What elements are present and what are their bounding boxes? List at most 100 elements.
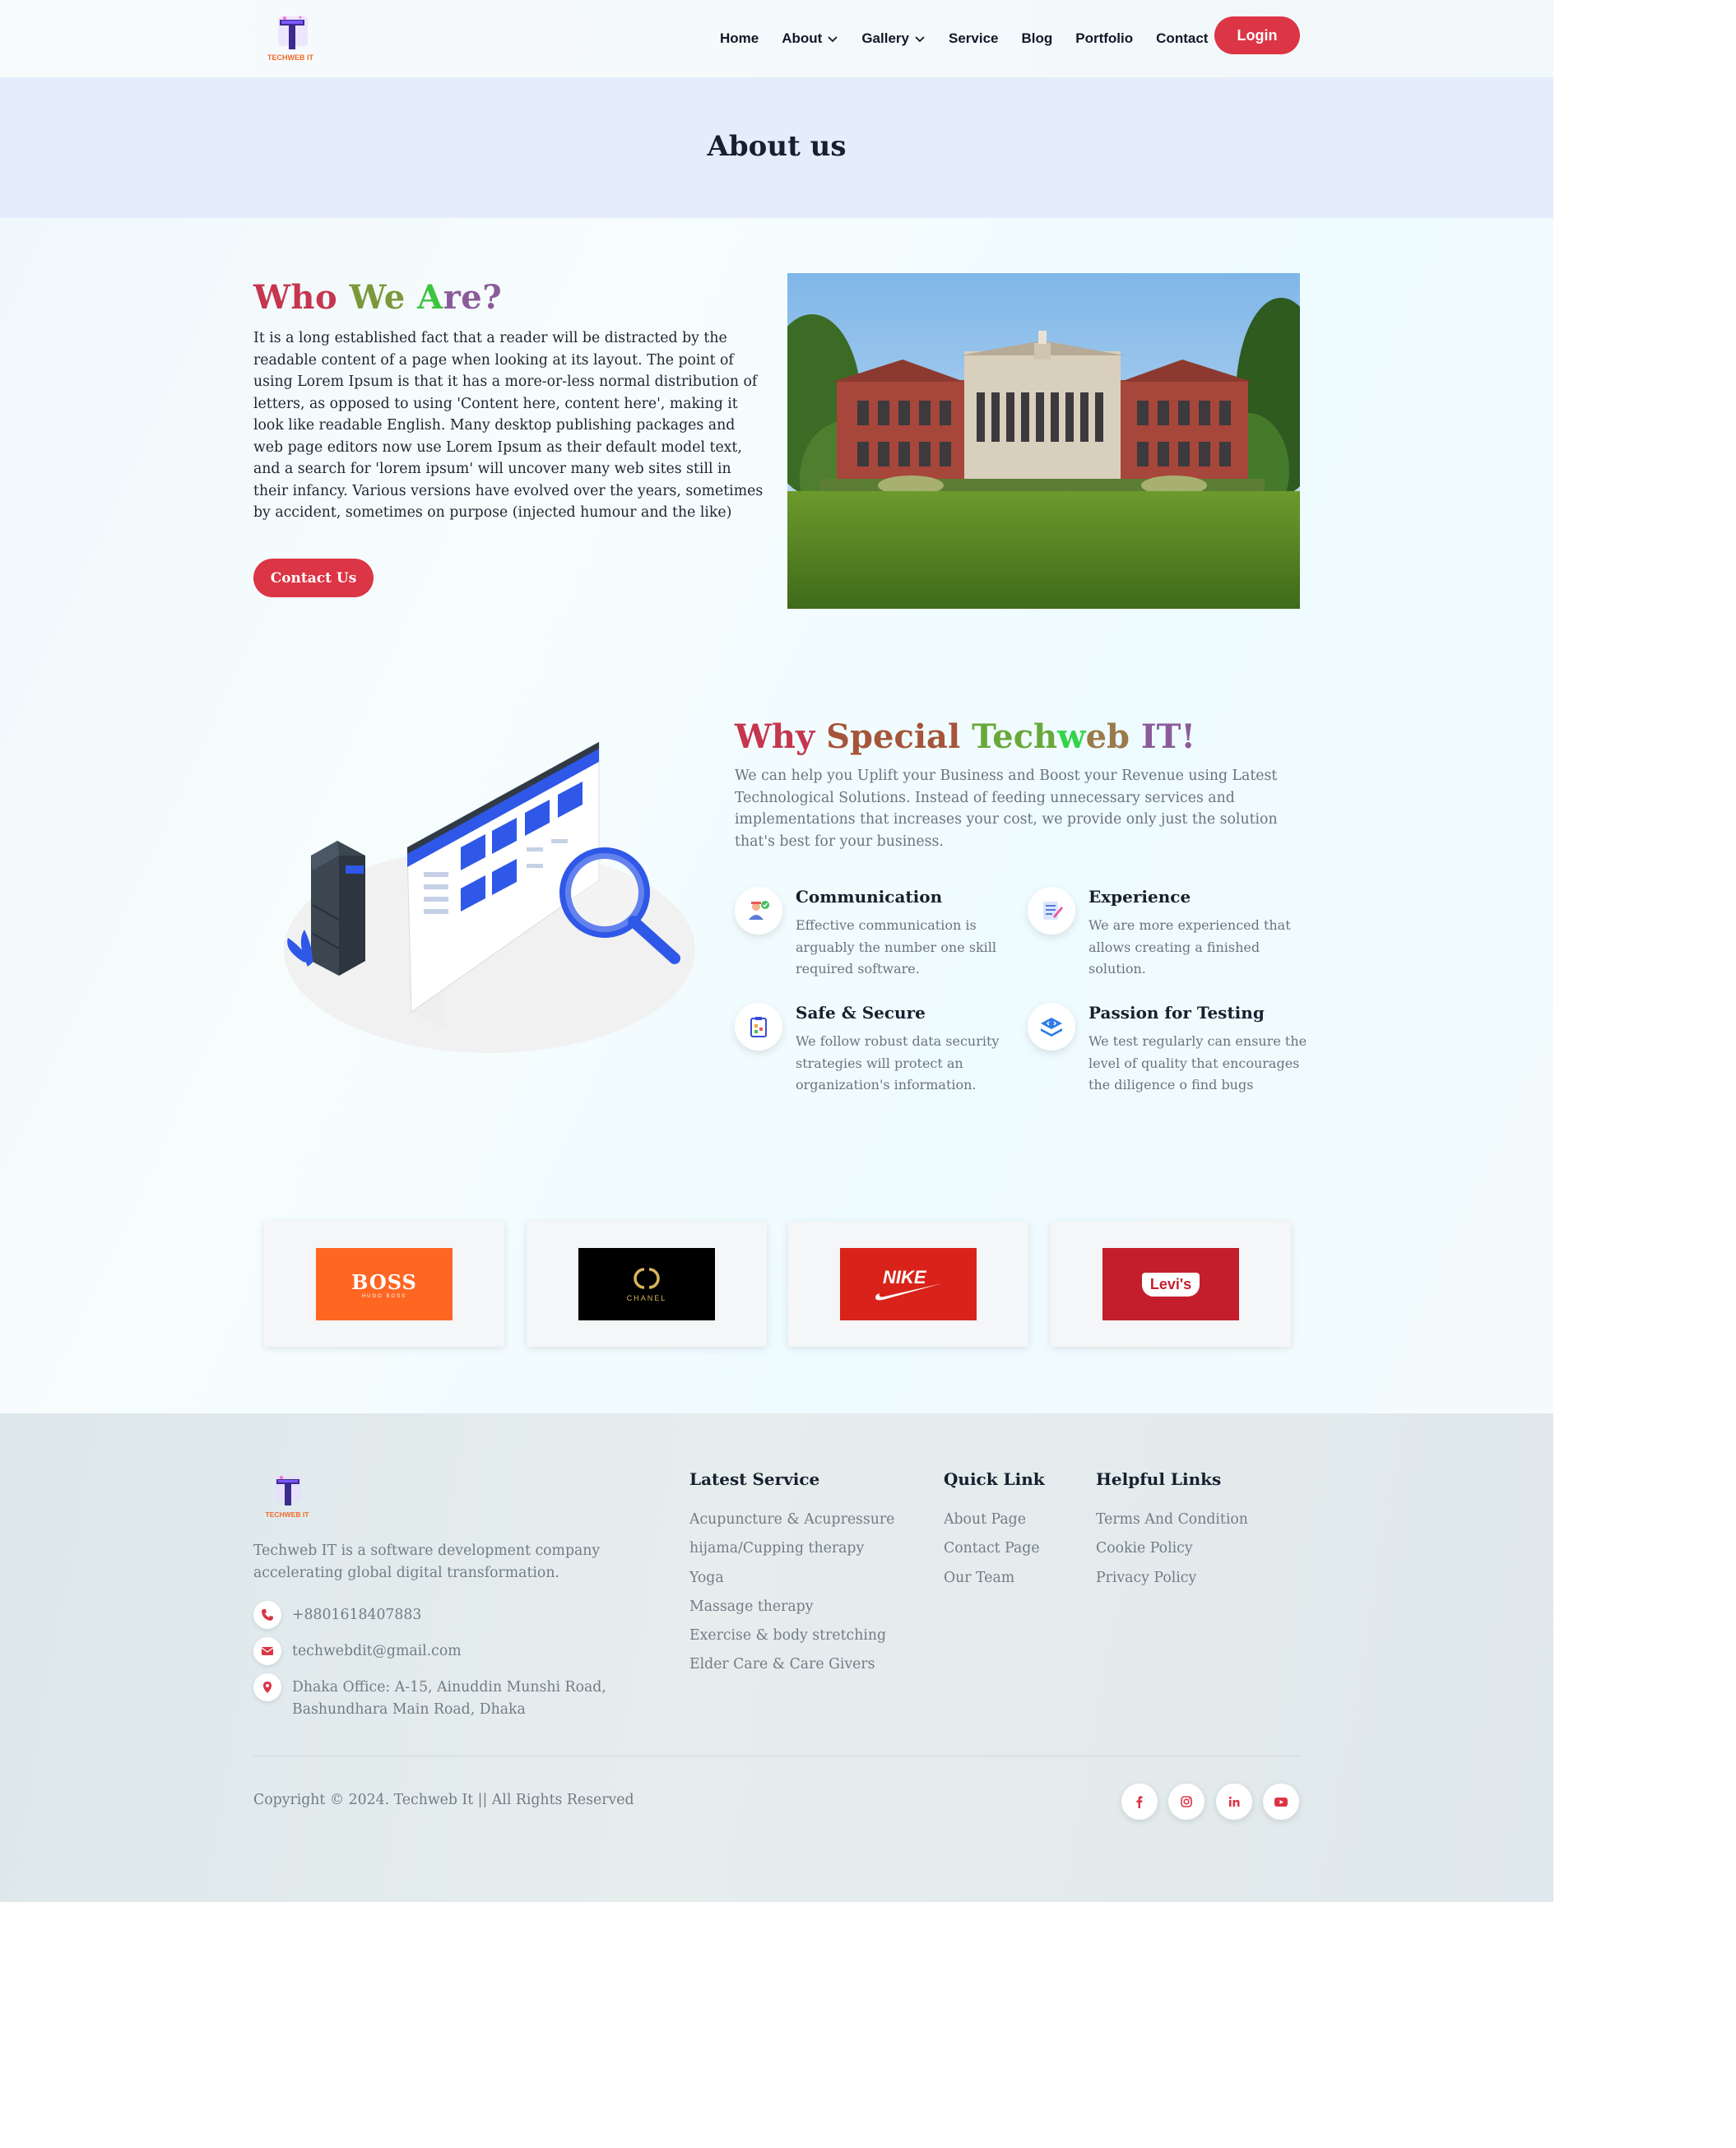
login-button[interactable]: Login [1214, 16, 1300, 54]
why-title-part: eb [1085, 717, 1141, 756]
brand-name: Levi's [1149, 1275, 1192, 1292]
techweb-logo[interactable]: TECHWEB IT [262, 13, 319, 64]
brand-name: CHANEL [626, 1294, 667, 1302]
boss-logo: BOSS HUGO BOSS [316, 1248, 453, 1320]
nav-home-label: Home [720, 30, 759, 46]
nav-service-label: Service [948, 30, 999, 46]
feature-title: Safe & Secure [796, 1003, 926, 1023]
experience-icon [1028, 887, 1075, 935]
site-header: TECHWEB IT Home About Gallery Service Bl… [0, 0, 1553, 77]
nav-blog-label: Blog [1021, 30, 1053, 46]
email-address: techwebdit@gmail.com [292, 1643, 462, 1659]
footer-link[interactable]: About Page [944, 1505, 1045, 1534]
footer-link[interactable]: Our Team [944, 1564, 1045, 1593]
nav-contact[interactable]: Contact [1156, 30, 1208, 47]
brand-card-nike[interactable]: NIKE [788, 1222, 1028, 1347]
clipboard-secure-icon [735, 1003, 782, 1051]
footer-link[interactable]: Privacy Policy [1096, 1564, 1248, 1593]
footer-link[interactable]: hijama/Cupping therapy [689, 1534, 894, 1563]
page: TECHWEB IT Home About Gallery Service Bl… [0, 0, 1553, 1902]
feature-title: Passion for Testing [1088, 1003, 1265, 1023]
why-title-part: Tech [972, 717, 1058, 756]
search-dashboard-illustration [280, 716, 708, 1061]
who-we-are-text: It is a long established fact that a rea… [253, 330, 764, 521]
footer-link[interactable]: Massage therapy [689, 1593, 894, 1621]
footer-link[interactable]: Terms And Condition [1096, 1505, 1248, 1534]
why-title-part: Special [826, 717, 972, 756]
nav-gallery[interactable]: Gallery [861, 30, 926, 47]
page-title: About us [707, 130, 847, 163]
svg-text:TECHWEB IT: TECHWEB IT [267, 53, 313, 62]
facebook-icon[interactable] [1121, 1784, 1158, 1820]
why-special-description: We can help you Uplift your Business and… [735, 768, 1278, 850]
brand-card-levis[interactable]: Levi's [1051, 1222, 1291, 1347]
feature-text: We are more experienced that allows crea… [1088, 917, 1291, 977]
svg-text:TECHWEB IT: TECHWEB IT [266, 1510, 310, 1519]
who-title-part: re? [443, 278, 503, 317]
footer-column-title: Helpful Links [1096, 1469, 1222, 1489]
footer-address: Dhaka Office: A-15, Ainuddin Munshi Road… [253, 1673, 621, 1720]
levis-logo: Levi's [1102, 1248, 1239, 1320]
contact-us-button[interactable]: Contact Us [253, 559, 374, 597]
footer-phone[interactable]: +8801618407883 [253, 1601, 621, 1629]
who-title-part: We [349, 278, 418, 317]
footer-link[interactable]: Elder Care & Care Givers [689, 1650, 894, 1679]
footer-techweb-logo[interactable]: TECHWEB IT [260, 1473, 314, 1522]
main-nav: Home About Gallery Service Blog Portfoli… [720, 25, 1231, 53]
footer-company-description: Techweb IT is a software development com… [253, 1543, 601, 1581]
nav-about[interactable]: About [782, 30, 838, 47]
nav-home[interactable]: Home [720, 30, 759, 47]
nav-blog[interactable]: Blog [1021, 30, 1052, 47]
phone-icon [253, 1601, 281, 1629]
footer-quick-link: Quick Link About Page Contact Page Our T… [944, 1469, 1045, 1593]
nav-about-label: About [782, 30, 823, 46]
chevron-down-icon [915, 36, 925, 43]
feature-title: Communication [796, 887, 943, 907]
brand-card-chanel[interactable]: CHANEL [527, 1222, 767, 1347]
footer-link[interactable]: Cookie Policy [1096, 1534, 1248, 1563]
footer-helpful-links: Helpful Links Terms And Condition Cookie… [1096, 1469, 1248, 1593]
envelope-icon [253, 1637, 281, 1665]
feature-title: Experience [1088, 887, 1191, 907]
feature-text: We follow robust data security strategie… [796, 1033, 1000, 1093]
why-title-part: Why [735, 717, 827, 756]
phone-number: +8801618407883 [292, 1607, 422, 1623]
footer-latest-service: Latest Service Acupuncture & Acupressure… [689, 1469, 894, 1680]
why-title-part: IT! [1140, 717, 1195, 756]
copyright-text: Copyright © 2024. Techweb It || All Righ… [253, 1792, 634, 1808]
footer-email[interactable]: techwebdit@gmail.com [253, 1637, 621, 1665]
why-special-heading: Why Special Techweb IT! [735, 717, 1195, 756]
nav-service[interactable]: Service [949, 30, 999, 47]
nav-contact-label: Contact [1156, 30, 1209, 46]
footer-link[interactable]: Yoga [689, 1564, 894, 1593]
chanel-logo: CHANEL [578, 1248, 715, 1320]
communication-icon [735, 887, 782, 935]
feature-text: We test regularly can ensure the level o… [1088, 1033, 1307, 1093]
footer-link[interactable]: Contact Page [944, 1534, 1045, 1563]
footer-column-title: Quick Link [944, 1469, 1045, 1489]
nav-portfolio-label: Portfolio [1075, 30, 1134, 46]
feature-text: Effective communication is arguably the … [796, 917, 997, 977]
brand-name: BOSS [351, 1269, 417, 1294]
campus-building-image [787, 273, 1300, 609]
footer-link[interactable]: Acupuncture & Acupressure [689, 1505, 894, 1534]
brand-sub: HUGO BOSS [361, 1293, 407, 1299]
office-address: Dhaka Office: A-15, Ainuddin Munshi Road… [292, 1679, 606, 1718]
instagram-icon[interactable] [1168, 1784, 1205, 1820]
chevron-down-icon [828, 36, 838, 43]
site-footer: TECHWEB IT Techweb IT is a software deve… [0, 1413, 1553, 1902]
why-title-part: w [1057, 717, 1086, 756]
nike-logo: NIKE [840, 1248, 977, 1320]
footer-link[interactable]: Exercise & body stretching [689, 1621, 894, 1650]
brand-card-boss[interactable]: BOSS HUGO BOSS [264, 1222, 504, 1347]
who-title-part: A [417, 278, 443, 317]
page-banner: About us [0, 77, 1553, 218]
who-we-are-heading: Who We Are? [253, 278, 502, 317]
nav-portfolio[interactable]: Portfolio [1075, 30, 1133, 47]
youtube-icon[interactable] [1263, 1784, 1299, 1820]
nav-gallery-label: Gallery [861, 30, 909, 46]
linkedin-icon[interactable] [1216, 1784, 1252, 1820]
who-title-part: Who [253, 278, 350, 317]
layers-code-icon [1028, 1003, 1075, 1051]
map-pin-icon [253, 1673, 281, 1701]
